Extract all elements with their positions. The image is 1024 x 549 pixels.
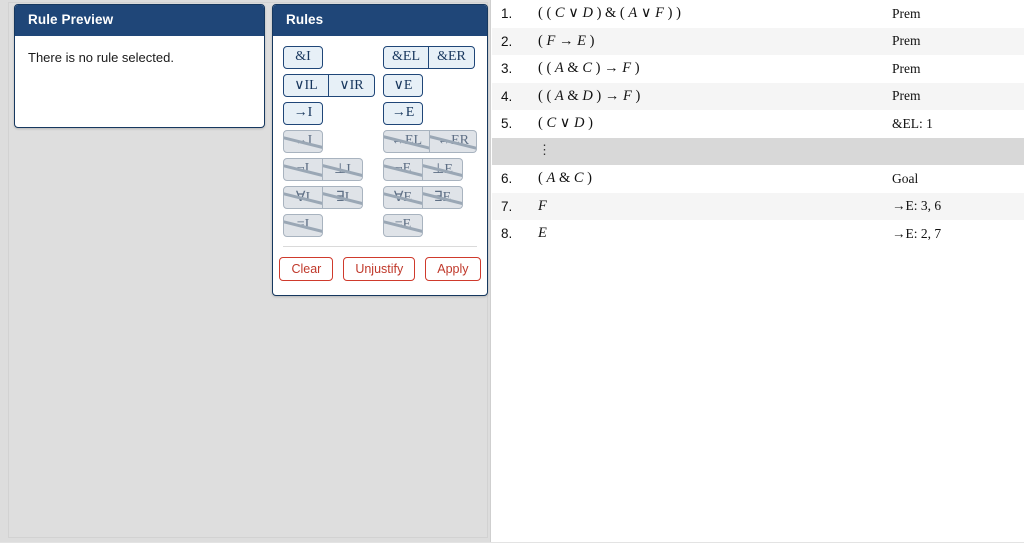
rule-preview-title: Rule Preview bbox=[15, 5, 264, 36]
rule-preview-message: There is no rule selected. bbox=[28, 49, 174, 65]
rule-button-group: ↔EL ↔ER bbox=[383, 129, 477, 153]
proof-row[interactable]: 3. ( ( A & C ) → F ) Prem bbox=[492, 55, 1024, 83]
rule-button-bicondi: ↔I bbox=[283, 129, 323, 153]
proof-formula[interactable]: ( A & C ) bbox=[530, 170, 892, 187]
proof-row[interactable]: 8. E →E: 2, 7 bbox=[492, 220, 1024, 248]
rule-button-ore[interactable]: ∨E bbox=[383, 73, 423, 97]
rule-button-andi[interactable]: &I bbox=[283, 45, 323, 69]
proof-line-number: 8. bbox=[501, 226, 513, 242]
rule-button-group: ∀I ∃I bbox=[283, 185, 377, 209]
proof-justification[interactable]: Prem bbox=[892, 61, 1024, 77]
rule-button-condi[interactable]: →I bbox=[283, 101, 323, 125]
proof-line-number: 3. bbox=[501, 61, 513, 77]
clear-button[interactable]: Clear bbox=[279, 256, 334, 282]
page-bottom-edge bbox=[0, 542, 1024, 549]
proof-row[interactable]: 4. ( ( A & D ) → F ) Prem bbox=[492, 82, 1024, 110]
rule-button-eqi: =I bbox=[283, 213, 323, 237]
rule-button-andel[interactable]: &EL bbox=[383, 45, 429, 69]
rule-button-eqe: =E bbox=[383, 213, 423, 237]
proof-row-ellipsis[interactable]: ⋮ bbox=[492, 137, 1024, 165]
proof-line-number: 6. bbox=[501, 171, 513, 187]
rules-title: Rules bbox=[273, 5, 487, 36]
proof-justification[interactable]: Prem bbox=[892, 88, 1024, 104]
proof-formula[interactable]: ( ( A & C ) → F ) bbox=[530, 60, 892, 77]
rule-button-ander[interactable]: &ER bbox=[429, 45, 475, 69]
rule-button-group: ¬I ⊥I bbox=[283, 157, 377, 181]
proof-formula[interactable]: ( ( A & D ) → F ) bbox=[530, 88, 892, 105]
rule-button-existse: ∃E bbox=[423, 185, 463, 209]
rule-button-group: =E bbox=[383, 213, 477, 237]
rule-button-nege: ¬E bbox=[383, 157, 423, 181]
rule-button-bicondel: ↔EL bbox=[383, 129, 431, 153]
proof-justification[interactable]: →E: 3, 6 bbox=[892, 198, 1024, 214]
proof-row[interactable]: 1. ( ( C ∨ D ) & ( A ∨ F ) ) Prem bbox=[492, 0, 1024, 28]
proof-row[interactable]: 2. ( F → E ) Prem bbox=[492, 27, 1024, 55]
proof-row[interactable]: 5. ( C ∨ D ) &EL: 1 bbox=[492, 110, 1024, 138]
rules-panel: Rules &I ∨IL ∨IR →I ↔I ¬I ⊥I ∀I ∃I =I &EL &ER ∨E →E ↔… bbox=[272, 4, 488, 296]
proof-row[interactable]: 6. ( A & C ) Goal bbox=[492, 165, 1024, 193]
rules-grid: &I ∨IL ∨IR →I ↔I ¬I ⊥I ∀I ∃I =I &EL &ER ∨E →E ↔EL ↔ER ¬… bbox=[283, 45, 477, 237]
rule-button-group: =I bbox=[283, 213, 377, 237]
rule-button-negi: ¬I bbox=[283, 157, 323, 181]
rule-button-falsumi: ⊥I bbox=[323, 157, 363, 181]
rule-button-group: ¬E ⊥E bbox=[383, 157, 477, 181]
rules-actions: Clear Unjustify Apply bbox=[279, 245, 481, 291]
proof-justification[interactable]: Goal bbox=[892, 171, 1024, 187]
rule-button-oril[interactable]: ∨IL bbox=[283, 73, 329, 97]
rule-button-group: ∀E ∃E bbox=[383, 185, 477, 209]
unjustify-button[interactable]: Unjustify bbox=[343, 256, 416, 282]
proof-justification[interactable]: Prem bbox=[892, 6, 1024, 22]
rule-button-conde[interactable]: →E bbox=[383, 101, 423, 125]
rule-button-group: &I bbox=[283, 45, 377, 69]
rule-button-falsume: ⊥E bbox=[423, 157, 463, 181]
rule-button-biconder: ↔ER bbox=[430, 129, 477, 153]
proof-formula[interactable]: F bbox=[530, 198, 892, 215]
rule-button-group: ↔I bbox=[283, 129, 377, 153]
rules-left-column: &I ∨IL ∨IR →I ↔I ¬I ⊥I ∀I ∃I =I bbox=[283, 45, 377, 237]
proof-editor-app: Rule Preview There is no rule selected. … bbox=[0, 0, 1024, 549]
rule-button-group: ∨E bbox=[383, 73, 477, 97]
proof-justification[interactable]: &EL: 1 bbox=[892, 116, 1024, 132]
proof-line-number: 4. bbox=[501, 88, 513, 104]
proof-justification[interactable]: Prem bbox=[892, 33, 1024, 49]
rules-right-column: &EL &ER ∨E →E ↔EL ↔ER ¬E ⊥E ∀E ∃E =E bbox=[383, 45, 477, 237]
rule-button-group: &EL &ER bbox=[383, 45, 477, 69]
rule-button-foralle: ∀E bbox=[383, 185, 423, 209]
rule-button-group: →E bbox=[383, 101, 477, 125]
proof-line-number: 5. bbox=[501, 116, 513, 132]
proof-row[interactable]: 7. F →E: 3, 6 bbox=[492, 192, 1024, 220]
rule-button-existsi: ∃I bbox=[323, 185, 363, 209]
rule-preview-panel: Rule Preview There is no rule selected. bbox=[14, 4, 265, 128]
rule-button-group: ∨IL ∨IR bbox=[283, 73, 377, 97]
proof-table: 1.( ( C ∨ D ) & ( A ∨ F ) ) Prem 2.( F → E… bbox=[492, 0, 1024, 549]
proof-formula[interactable]: ( F → E ) bbox=[530, 33, 892, 50]
rule-preview-body: There is no rule selected. bbox=[15, 35, 264, 79]
rule-button-foralli: ∀I bbox=[283, 185, 323, 209]
proof-formula[interactable]: E bbox=[530, 225, 892, 242]
proof-formula[interactable]: ( ( C ∨ D ) & ( A ∨ F ) ) bbox=[530, 5, 892, 22]
rules-body: &I ∨IL ∨IR →I ↔I ¬I ⊥I ∀I ∃I =I &EL &ER ∨E →E ↔EL ↔ER ¬… bbox=[273, 35, 487, 292]
proof-line-number: 2. bbox=[501, 33, 513, 49]
proof-ellipsis-marker: ⋮ bbox=[530, 143, 892, 160]
proof-line-number: 7. bbox=[501, 198, 513, 214]
proof-line-number: 1. bbox=[501, 6, 513, 22]
vertical-ellipsis-icon: ⋮ bbox=[538, 141, 551, 157]
rule-button-orir[interactable]: ∨IR bbox=[329, 73, 375, 97]
proof-formula[interactable]: ( C ∨ D ) bbox=[530, 115, 892, 132]
apply-button[interactable]: Apply bbox=[425, 256, 481, 282]
proof-justification[interactable]: →E: 2, 7 bbox=[892, 226, 1024, 242]
rule-button-group: →I bbox=[283, 101, 377, 125]
